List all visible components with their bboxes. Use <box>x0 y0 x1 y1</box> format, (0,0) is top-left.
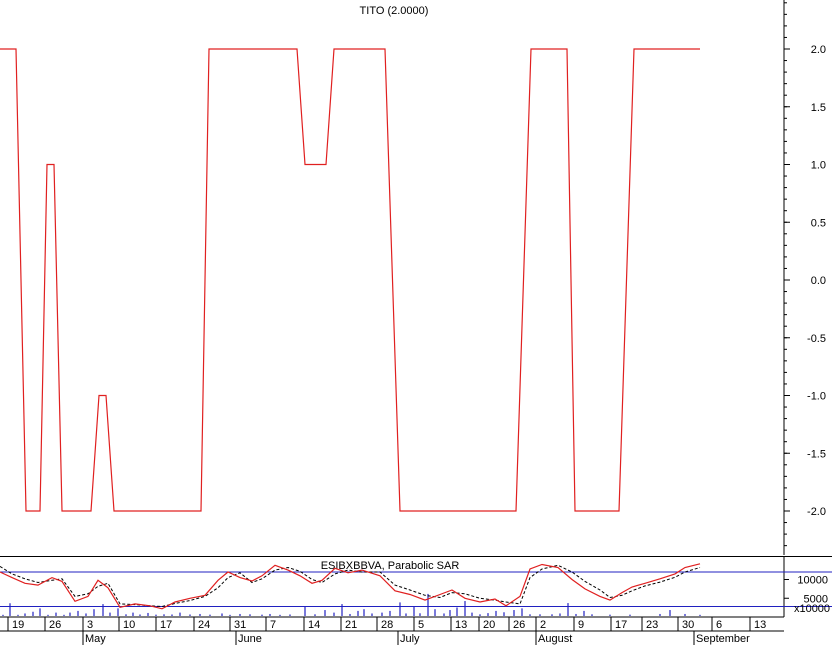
x-day-label: 31 <box>234 619 246 631</box>
x-day-label: 21 <box>345 619 357 631</box>
x-day-label: 6 <box>716 619 722 631</box>
chart-title: TITO (2.0000) <box>360 5 429 17</box>
x-day-label: 20 <box>483 619 495 631</box>
indicator-y-tick-label: 10000 <box>797 575 828 587</box>
x-day-label: 19 <box>12 619 24 631</box>
chart-background <box>0 0 832 645</box>
y-tick-label: 1.0 <box>811 160 826 172</box>
x-day-label: 13 <box>455 619 467 631</box>
x-day-label: 9 <box>578 619 584 631</box>
y-tick-label: 2.0 <box>811 44 826 56</box>
x-day-label: 3 <box>87 619 93 631</box>
x-day-label: 26 <box>513 619 525 631</box>
x-day-label: 24 <box>198 619 210 631</box>
x-day-label: 10 <box>123 619 135 631</box>
x-month-label: September <box>696 633 750 645</box>
x-month-label: July <box>400 633 420 645</box>
x-day-label: 5 <box>418 619 424 631</box>
x-day-label: 26 <box>49 619 61 631</box>
x-month-label: August <box>538 633 572 645</box>
x-day-label: 13 <box>754 619 766 631</box>
x-day-label: 17 <box>615 619 627 631</box>
chart: TITO (2.0000) 2.0 1.5 1.0 0.5 0.0 -0.5 -1.0 -1.5… <box>0 0 832 645</box>
x-month-label: June <box>238 633 262 645</box>
x-day-label: 28 <box>381 619 393 631</box>
y-tick-label: -1.0 <box>807 391 826 403</box>
x-day-label: 7 <box>270 619 276 631</box>
y-tick-label: 0.5 <box>811 217 826 229</box>
x-day-label: 23 <box>646 619 658 631</box>
x-day-label: 30 <box>682 619 694 631</box>
x-day-label: 17 <box>160 619 172 631</box>
y-tick-label: -2.0 <box>807 506 826 518</box>
x-day-label: 14 <box>308 619 320 631</box>
y-tick-label: 0.0 <box>811 275 826 287</box>
x-month-label: May <box>85 633 106 645</box>
y-tick-label: -0.5 <box>807 333 826 345</box>
y-tick-label: -1.5 <box>807 448 826 460</box>
unit-label: x10000 <box>794 603 830 615</box>
y-tick-label: 1.5 <box>811 102 826 114</box>
x-day-label: 2 <box>540 619 546 631</box>
